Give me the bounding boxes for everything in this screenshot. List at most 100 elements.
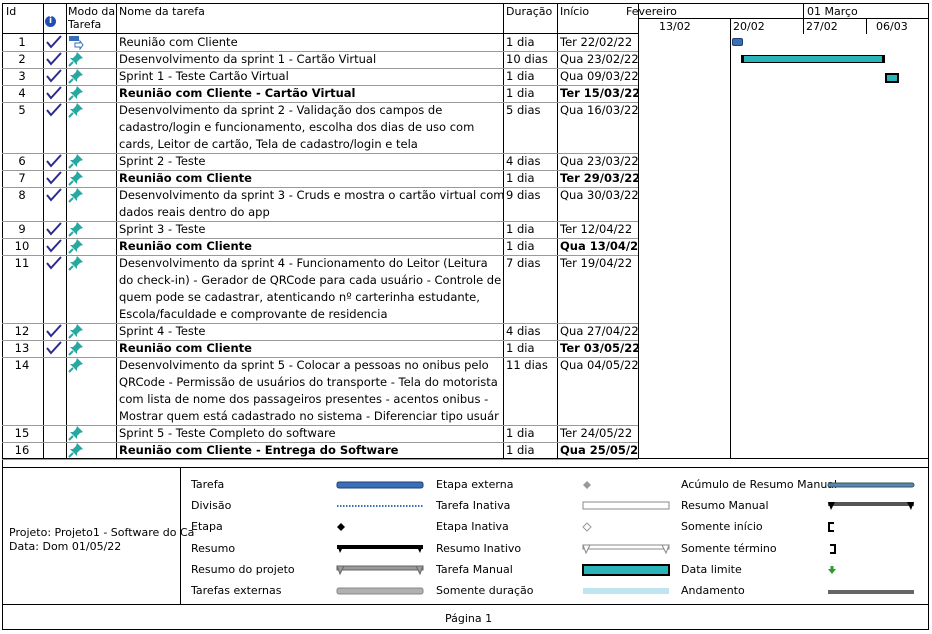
task-duration[interactable]: 1 dia (506, 340, 556, 357)
task-duration[interactable]: 4 dias (506, 153, 556, 170)
task-name[interactable]: Reunião com Cliente (119, 238, 505, 255)
task-name[interactable]: Desenvolvimento da sprint 4 - Funcioname… (119, 255, 505, 323)
timescale-week-3: 27/02 (806, 20, 838, 33)
task-duration[interactable]: 1 dia (506, 85, 556, 102)
pushpin-icon (68, 255, 84, 271)
task-start[interactable]: Qua 23/02/22 (560, 51, 638, 68)
task-start[interactable]: Qua 13/04/22 (560, 238, 638, 255)
pushpin-icon (68, 51, 84, 67)
task-id: 1 (18, 35, 26, 49)
pushpin-icon (68, 238, 84, 254)
timescale-month-feb: Fevereiro (626, 5, 677, 18)
task-id: 4 (18, 86, 26, 100)
task-start[interactable]: Qua 25/05/22 (560, 442, 638, 459)
task-id: 6 (18, 154, 26, 168)
task-duration[interactable]: 1 dia (506, 238, 556, 255)
task-name[interactable]: Reunião com Cliente (119, 170, 505, 187)
task-start[interactable]: Ter 03/05/22 (560, 340, 638, 357)
timescale-week-4: 06/03 (876, 20, 908, 33)
task-start[interactable]: Qua 16/03/22 (560, 102, 638, 119)
external-tasks-bar-icon (336, 585, 424, 599)
task-start[interactable]: Ter 15/03/22 (560, 85, 638, 102)
pushpin-icon (68, 68, 84, 84)
task-name[interactable]: Reunião com Cliente (119, 34, 505, 51)
task-duration[interactable]: 1 dia (506, 425, 556, 442)
task-id: 2 (18, 52, 26, 66)
task-name[interactable]: Desenvolvimento da sprint 1 - Cartão Vir… (119, 51, 505, 68)
gantt-bar-task-3[interactable] (885, 73, 899, 83)
column-header-id[interactable]: Id (6, 5, 16, 18)
task-name[interactable]: Sprint 3 - Teste (119, 221, 505, 238)
column-header-name[interactable]: Nome da tarefa (119, 5, 205, 18)
task-start[interactable]: Ter 29/03/22 (560, 170, 638, 187)
task-duration[interactable]: 1 dia (506, 170, 556, 187)
task-start[interactable]: Ter 24/05/22 (560, 425, 638, 442)
legend-label: Somente duração (436, 584, 534, 597)
column-header-duration[interactable]: Duração (506, 5, 552, 18)
task-duration[interactable]: 4 dias (506, 323, 556, 340)
row-divider (2, 459, 638, 460)
pushpin-icon (68, 102, 84, 118)
task-name[interactable]: Desenvolvimento da sprint 5 - Colocar a … (119, 357, 505, 425)
legend-label: Resumo Manual (681, 499, 769, 512)
column-header-mode[interactable]: Modo da Tarefa (68, 5, 116, 31)
pushpin-icon (68, 442, 84, 458)
auto-schedule-icon (68, 34, 84, 51)
task-duration[interactable]: 1 dia (506, 34, 556, 51)
checkmark-icon (46, 222, 62, 236)
task-duration[interactable]: 10 dias (506, 51, 556, 68)
task-id: 9 (18, 222, 26, 236)
task-start[interactable]: Qua 09/03/22 (560, 68, 638, 85)
task-start[interactable]: Qua 30/03/22 (560, 187, 638, 204)
task-name[interactable]: Sprint 5 - Teste Completo do software (119, 425, 505, 442)
pushpin-icon (68, 357, 84, 373)
task-id: 8 (18, 188, 26, 202)
task-name[interactable]: Reunião com Cliente - Cartão Virtual (119, 85, 505, 102)
checkmark-icon (46, 154, 62, 168)
task-duration[interactable]: 1 dia (506, 442, 556, 459)
task-start[interactable]: Ter 22/02/22 (560, 34, 638, 51)
legend-label: Tarefa (191, 478, 225, 491)
checkmark-icon (46, 239, 62, 253)
inactive-milestone-icon (582, 521, 592, 535)
project-name: Projeto: Projeto1 - Software do Ca (9, 526, 195, 539)
task-id: 10 (14, 239, 30, 253)
checkmark-icon (46, 35, 62, 49)
legend-label: Etapa externa (436, 478, 514, 491)
deadline-arrow-icon (827, 564, 837, 578)
task-name[interactable]: Sprint 1 - Teste Cartão Virtual (119, 68, 505, 85)
column-header-start[interactable]: Início (560, 5, 589, 18)
task-name[interactable]: Sprint 2 - Teste (119, 153, 505, 170)
task-duration[interactable]: 1 dia (506, 221, 556, 238)
task-name[interactable]: Reunião com Cliente (119, 340, 505, 357)
task-start[interactable]: Qua 27/04/22 (560, 323, 638, 340)
task-duration[interactable]: 7 dias (506, 255, 556, 272)
legend-label: Resumo do projeto (191, 563, 295, 576)
task-name[interactable]: Sprint 4 - Teste (119, 323, 505, 340)
checkmark-icon (46, 52, 62, 66)
start-only-bracket-icon (827, 521, 837, 535)
task-name[interactable]: Desenvolvimento da sprint 2 - Validação … (119, 102, 505, 153)
task-duration[interactable]: 11 dias (506, 357, 556, 374)
task-start[interactable]: Ter 19/04/22 (560, 255, 638, 272)
gantt-bar-task-2[interactable] (741, 55, 885, 63)
task-start[interactable]: Qua 23/03/22 (560, 153, 638, 170)
legend-label: Resumo (191, 542, 236, 555)
pushpin-icon (68, 425, 84, 441)
legend-label: Divisão (191, 499, 232, 512)
task-start[interactable]: Qua 04/05/22 (560, 357, 638, 374)
milestone-diamond-icon (336, 521, 346, 535)
pushpin-icon (68, 221, 84, 237)
legend-label: Tarefa Manual (436, 563, 513, 576)
inactive-summary-bar-icon (582, 543, 670, 558)
task-id: 15 (14, 426, 30, 440)
task-start[interactable]: Ter 12/04/22 (560, 221, 638, 238)
gantt-bar-task-1[interactable] (732, 38, 743, 46)
pushpin-icon (68, 323, 84, 339)
task-duration[interactable]: 5 dias (506, 102, 556, 119)
task-duration[interactable]: 1 dia (506, 68, 556, 85)
task-name[interactable]: Reunião com Cliente - Entrega do Softwar… (119, 442, 505, 459)
task-name[interactable]: Desenvolvimento da sprint 3 - Cruds e mo… (119, 187, 505, 221)
pushpin-icon (68, 187, 84, 203)
task-duration[interactable]: 9 dias (506, 187, 556, 204)
